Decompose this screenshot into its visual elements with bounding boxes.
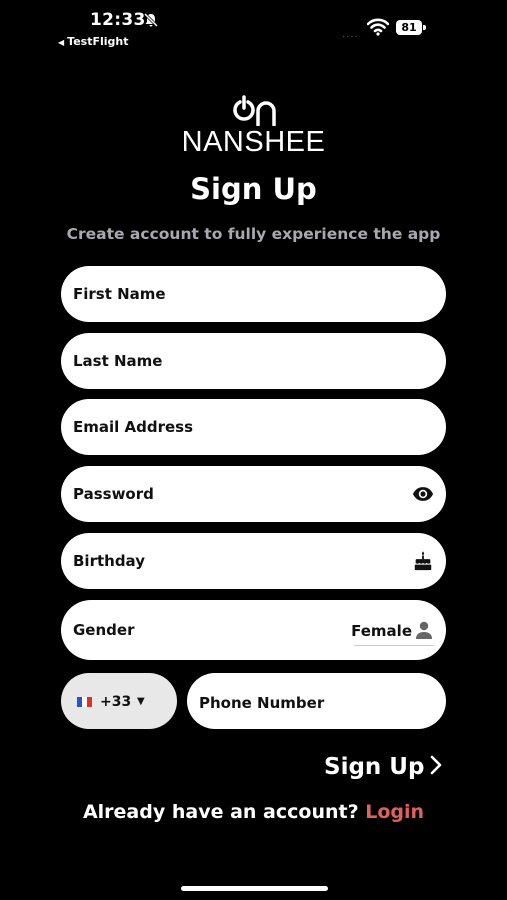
- cake-icon[interactable]: [412, 550, 434, 572]
- country-code-selector[interactable]: +33 ▼: [61, 673, 177, 729]
- last-name-field[interactable]: Last Name: [61, 333, 446, 389]
- france-flag-icon: [77, 697, 92, 707]
- battery-tip: [423, 25, 426, 30]
- back-app-label: TestFlight: [67, 35, 129, 48]
- gender-value[interactable]: Female: [351, 600, 412, 662]
- phone-number-field[interactable]: Phone Number: [187, 673, 446, 729]
- password-placeholder: Password: [73, 485, 154, 503]
- clock: 12:33: [90, 10, 146, 30]
- home-indicator[interactable]: [181, 886, 328, 891]
- back-to-app-link[interactable]: ◀ TestFlight: [58, 35, 128, 48]
- chevron-right-icon: [431, 755, 442, 775]
- first-name-field[interactable]: First Name: [61, 266, 446, 322]
- gender-label: Gender: [73, 621, 135, 639]
- login-link[interactable]: Login: [365, 801, 424, 823]
- status-bar: 12:33 ◀ TestFlight ···· 81: [0, 0, 507, 56]
- last-name-placeholder: Last Name: [73, 352, 163, 370]
- caret-down-icon: ▼: [137, 696, 145, 707]
- eye-icon[interactable]: [412, 483, 434, 505]
- cellular-signal-icon: ····: [342, 32, 359, 43]
- password-field[interactable]: Password: [61, 466, 446, 522]
- brand-logo-mark: [233, 95, 276, 126]
- email-field[interactable]: Email Address: [61, 399, 446, 455]
- first-name-placeholder: First Name: [73, 285, 166, 303]
- birthday-placeholder: Birthday: [73, 552, 145, 570]
- sign-up-button-label: Sign Up: [324, 754, 425, 780]
- phone-number-placeholder: Phone Number: [199, 694, 325, 712]
- page-subtitle: Create account to fully experience the a…: [66, 225, 441, 243]
- person-icon: [416, 621, 432, 639]
- email-placeholder: Email Address: [73, 418, 194, 436]
- gender-field[interactable]: Gender Female: [61, 600, 446, 660]
- bell-muted-icon: [143, 12, 159, 28]
- brand-name: NANSHEE: [181, 126, 326, 158]
- sign-up-button[interactable]: Sign Up: [324, 754, 444, 788]
- country-code-value: +33: [100, 694, 132, 710]
- login-prompt-text: Already have an account?: [82, 801, 359, 823]
- login-prompt-row: Already have an account? Login: [0, 801, 507, 823]
- battery-icon: 81: [396, 20, 422, 35]
- page-title: Sign Up: [190, 172, 317, 206]
- birthday-field[interactable]: Birthday: [61, 533, 446, 589]
- gender-underline: [354, 645, 434, 646]
- back-triangle-icon: ◀: [58, 38, 65, 47]
- wifi-icon: [367, 18, 389, 36]
